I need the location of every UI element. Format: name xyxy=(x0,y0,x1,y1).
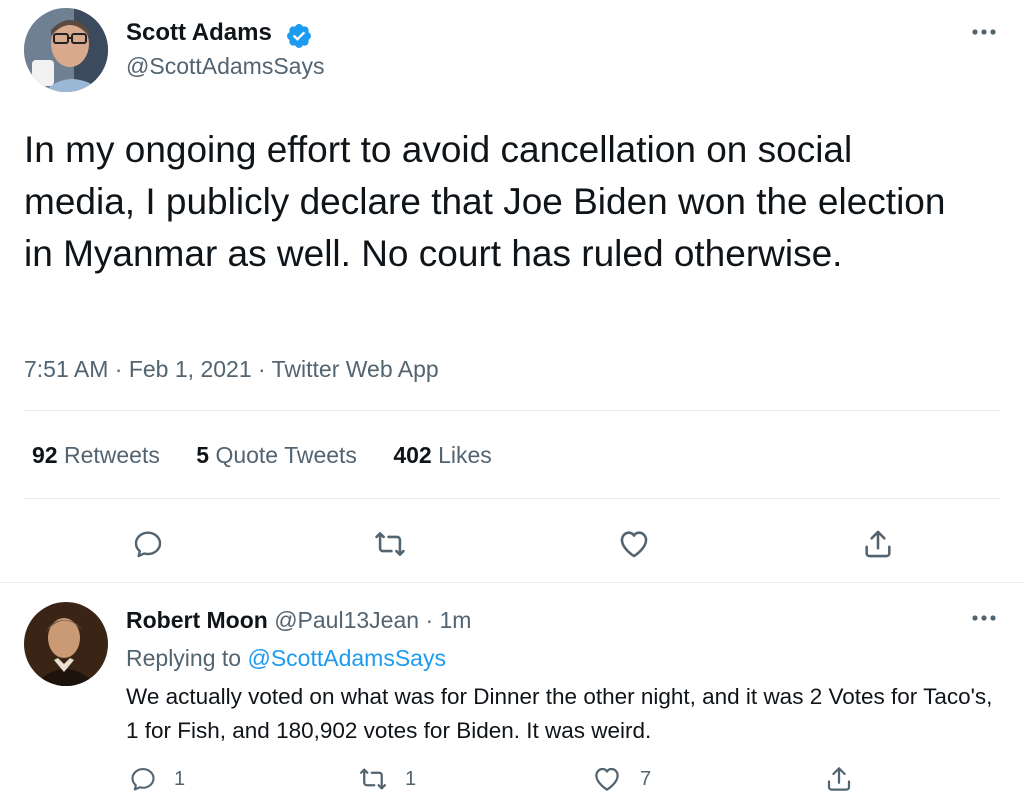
reply-like-icon[interactable] xyxy=(590,762,624,796)
tweet-meta: 7:51 AM · Feb 1, 2021 · Twitter Web App xyxy=(24,356,439,383)
author-handle[interactable]: @ScottAdamsSays xyxy=(126,53,324,80)
retweets-stat[interactable]: 92 Retweets xyxy=(32,442,166,468)
reply-more-icon[interactable] xyxy=(966,606,1002,630)
meta-separator: · xyxy=(258,356,272,382)
reply-separator: · xyxy=(425,607,434,633)
thread-separator xyxy=(0,582,1024,583)
reply-reply-count: 1 xyxy=(174,768,186,790)
reply-author-handle[interactable]: @Paul13Jean xyxy=(274,607,419,633)
retweet-icon[interactable] xyxy=(370,524,410,564)
reply-age[interactable]: 1m xyxy=(440,607,472,633)
share-icon[interactable] xyxy=(858,524,898,564)
reply-author-avatar[interactable] xyxy=(24,602,108,686)
reply-like-count: 7 xyxy=(640,768,652,790)
replying-to-handle[interactable]: @ScottAdamsSays xyxy=(247,645,445,671)
author-avatar[interactable] xyxy=(24,8,108,92)
reply-text: We actually voted on what was for Dinner… xyxy=(126,684,993,743)
reply-header: Robert Moon @Paul13Jean · 1m xyxy=(126,607,471,634)
likes-stat[interactable]: 402 Likes xyxy=(393,442,491,468)
verified-icon xyxy=(285,22,313,50)
reply-author-name[interactable]: Robert Moon xyxy=(126,607,268,633)
divider-bottom xyxy=(24,498,1000,499)
retweets-label: Retweets xyxy=(63,442,160,468)
tweet-source[interactable]: Twitter Web App xyxy=(272,356,439,382)
tweet-stats: 92 Retweets 5 Quote Tweets 402 Likes xyxy=(32,442,492,469)
reply-share-icon[interactable] xyxy=(822,762,856,796)
like-icon[interactable] xyxy=(614,524,654,564)
quotes-label: Quote Tweets xyxy=(215,442,357,468)
quotes-stat[interactable]: 5 Quote Tweets xyxy=(196,442,363,468)
divider-top xyxy=(24,410,1000,411)
tweet-text: In my ongoing effort to avoid cancellati… xyxy=(24,129,946,274)
quotes-count: 5 xyxy=(196,442,210,468)
meta-separator: · xyxy=(114,356,129,382)
retweets-count: 92 xyxy=(32,442,58,468)
tweet-time[interactable]: 7:51 AM xyxy=(24,356,108,382)
likes-count: 402 xyxy=(393,442,432,468)
reply-reply-icon[interactable] xyxy=(126,762,160,796)
likes-label: Likes xyxy=(438,442,492,468)
tweet-date[interactable]: Feb 1, 2021 xyxy=(129,356,252,382)
reply-retweet-count: 1 xyxy=(405,768,417,790)
reply-retweet-icon[interactable] xyxy=(356,762,390,796)
more-icon[interactable] xyxy=(966,20,1002,44)
replying-to-label: Replying to xyxy=(126,645,242,671)
author-name[interactable]: Scott Adams xyxy=(126,19,272,47)
reply-icon[interactable] xyxy=(128,524,168,564)
replying-to: Replying to @ScottAdamsSays xyxy=(126,645,446,672)
